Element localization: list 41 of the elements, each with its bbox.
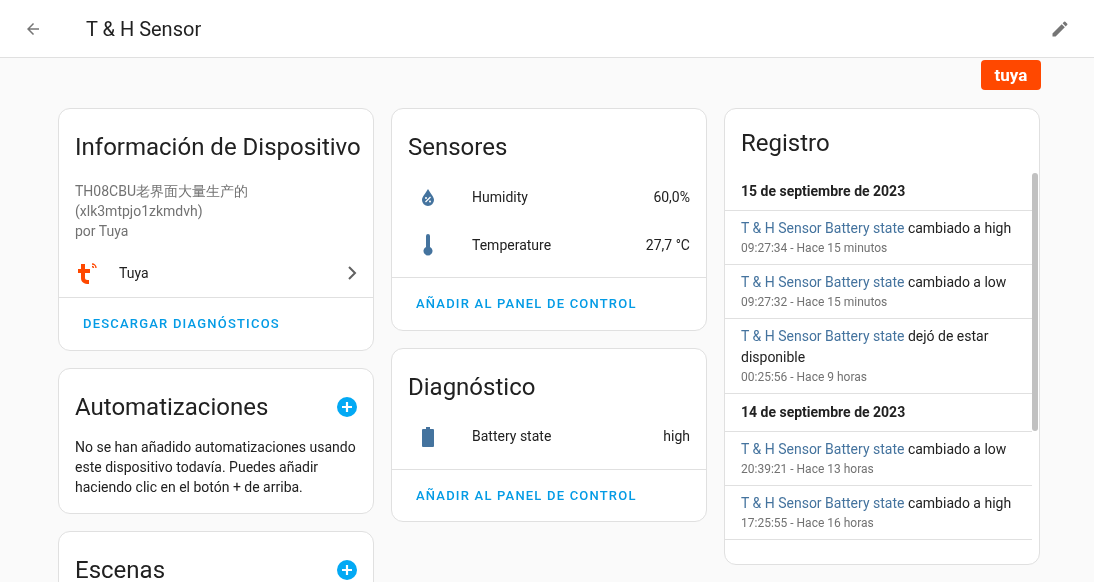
log-message: T & H Sensor Battery state dejó de estar disponible xyxy=(741,327,990,367)
log-time: 20:39:21 - Hace 13 horas xyxy=(741,461,875,478)
pencil-icon[interactable] xyxy=(1050,18,1070,39)
card-title: Automatizaciones xyxy=(75,391,269,423)
page-title: T & H Sensor xyxy=(86,15,203,43)
date-heading: 15 de septiembre de 2023 xyxy=(725,173,1032,211)
entity-name[interactable]: Humidity xyxy=(472,186,654,208)
card-title: Sensores xyxy=(407,132,509,163)
thermometer-icon xyxy=(422,234,434,256)
add-icon[interactable] xyxy=(337,396,357,417)
log-message: T & H Sensor Battery state cambiado a high xyxy=(741,494,1013,513)
log-message: T & H Sensor Battery state cambiado a low xyxy=(741,440,1008,459)
chevron-right-icon xyxy=(347,266,357,280)
log-time: 00:25:56 - Hace 9 horas xyxy=(741,369,868,386)
entity-value: 60,0% xyxy=(653,187,690,207)
empty-message: No se han añadido automatizaciones usando este dispositivo todavía. Puedes añadir haciendo clic en el botón + de arriba. xyxy=(74,437,357,497)
entity-name[interactable]: Temperature xyxy=(472,234,646,256)
log-time: 09:27:34 - Hace 15 minutos xyxy=(741,240,889,257)
scrollbar-thumb[interactable] xyxy=(1032,173,1038,431)
battery-icon xyxy=(422,426,434,447)
card-title: Escenas xyxy=(75,554,165,582)
brand-logo: tuya xyxy=(981,60,1041,90)
log-time: 09:27:32 - Hace 15 minutos xyxy=(741,294,889,311)
manufacturer-text: por Tuya xyxy=(75,222,130,241)
card-title: Diagnóstico xyxy=(407,371,537,403)
log-message: T & H Sensor Battery state cambiado a high xyxy=(741,219,1013,238)
tuya-logo-icon xyxy=(75,261,99,285)
entity-value: 27,7 °C xyxy=(645,235,690,255)
date-heading: 14 de septiembre de 2023 xyxy=(725,394,1032,432)
model-text: TH08CBU老界面大量生产的 xyxy=(75,182,249,201)
water-drop-icon xyxy=(421,188,435,206)
model-id-text: (xlk3mtpjo1zkmdvh) xyxy=(75,202,204,221)
log-message: T & H Sensor Battery state cambiado a low xyxy=(741,273,1008,292)
entity-name[interactable]: Battery state xyxy=(472,426,664,447)
log-time: 17:25:55 - Hace 16 horas xyxy=(741,515,875,532)
integration-row[interactable]: Tuya xyxy=(59,249,373,297)
card-title: Registro xyxy=(740,128,831,159)
card-title: Información de Dispositivo xyxy=(74,132,362,163)
add-icon[interactable] xyxy=(337,559,357,580)
entity-value: high xyxy=(663,427,690,446)
integration-name: Tuya xyxy=(119,263,150,283)
